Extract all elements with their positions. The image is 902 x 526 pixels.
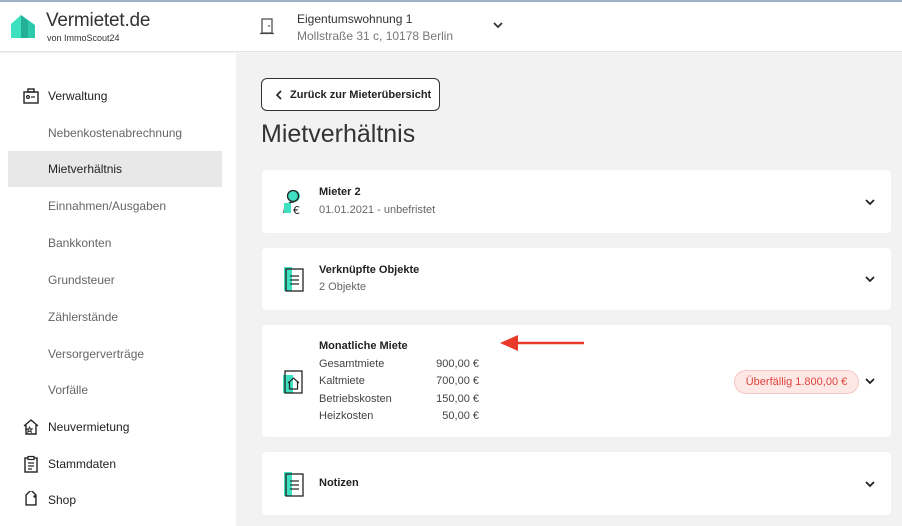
house-document-icon <box>283 370 303 394</box>
chevron-down-icon[interactable] <box>492 20 504 30</box>
top-header: Vermietet.de von ImmoScout24 Eigentumswo… <box>0 0 902 52</box>
rent-label: Heizkosten <box>319 410 374 423</box>
tenant-period: 01.01.2021 - unbefristet <box>319 204 436 216</box>
document-icon <box>284 267 304 292</box>
sidebar-item-versorgervertraege[interactable]: Versorgerverträge <box>8 336 222 372</box>
sidebar-item-label: Vorfälle <box>48 383 89 397</box>
sidebar-item-label: Einnahmen/Ausgaben <box>48 199 167 213</box>
sidebar: Verwaltung Nebenkostenabrechnung Mietver… <box>0 53 236 526</box>
rent-row-gesamtmiete: Gesamtmiete 900,00 € <box>319 355 479 373</box>
rent-value: 150,00 € <box>436 392 479 405</box>
sidebar-item-mietverhaeltnis[interactable]: Mietverhältnis <box>8 151 222 187</box>
linked-objects-count: 2 Objekte <box>319 281 367 293</box>
sidebar-item-label: Mietverhältnis <box>48 162 123 176</box>
rent-label: Gesamtmiete <box>319 357 385 370</box>
sidebar-section-label: Stammdaten <box>48 457 117 471</box>
door-icon <box>260 18 274 35</box>
red-arrow-annotation-icon <box>500 335 584 351</box>
tenant-card[interactable]: € Mieter 2 01.01.2021 - unbefristet <box>262 170 891 233</box>
chevron-left-icon <box>275 90 282 100</box>
property-title[interactable]: Eigentumswohnung 1 <box>297 12 412 26</box>
sidebar-item-einnahmen-ausgaben[interactable]: Einnahmen/Ausgaben <box>8 188 222 224</box>
sidebar-section-label: Neuvermietung <box>48 420 130 434</box>
sidebar-item-label: Grundsteuer <box>48 273 115 287</box>
brand-subtitle: von ImmoScout24 <box>47 33 120 43</box>
sidebar-section-label: Shop <box>48 493 77 507</box>
back-button-label: Zurück zur Mieterübersicht <box>290 88 432 101</box>
overdue-badge[interactable]: Überfällig 1.800,00 € <box>734 370 859 394</box>
tenant-name: Mieter 2 <box>319 186 361 198</box>
document-icon <box>284 472 304 497</box>
sidebar-section-shop[interactable]: Shop <box>0 485 236 515</box>
page-title: Mietverhältnis <box>261 120 416 148</box>
sidebar-item-nebenkostenabrechnung[interactable]: Nebenkostenabrechnung <box>8 115 222 151</box>
tag-icon <box>25 491 37 506</box>
sidebar-section-verwaltung[interactable]: Verwaltung <box>0 81 236 111</box>
back-to-tenant-overview-button[interactable]: Zurück zur Mieterübersicht <box>261 78 440 111</box>
sidebar-section-label: Verwaltung <box>48 89 108 103</box>
rent-row-kaltmiete: Kaltmiete 700,00 € <box>319 373 479 391</box>
rent-row-betriebskosten: Betriebskosten 150,00 € <box>319 390 479 408</box>
rent-row-heizkosten: Heizkosten 50,00 € <box>319 408 479 426</box>
sidebar-item-label: Versorgerverträge <box>48 347 145 361</box>
clipboard-icon <box>24 455 38 473</box>
house-star-icon <box>23 419 39 435</box>
monthly-rent-title: Monatliche Miete <box>319 340 408 352</box>
rent-value: 700,00 € <box>436 375 479 388</box>
sidebar-item-label: Nebenkostenabrechnung <box>48 126 183 140</box>
rent-label: Betriebskosten <box>319 392 392 405</box>
chevron-down-icon[interactable] <box>864 274 876 284</box>
notes-title: Notizen <box>319 477 359 489</box>
sidebar-item-label: Zählerstände <box>48 310 119 324</box>
sidebar-item-grundsteuer[interactable]: Grundsteuer <box>8 262 222 298</box>
chevron-down-icon[interactable] <box>864 479 876 489</box>
brand-name[interactable]: Vermietet.de <box>46 10 150 32</box>
sidebar-section-stammdaten[interactable]: Stammdaten <box>0 449 236 479</box>
rent-breakdown: Gesamtmiete 900,00 € Kaltmiete 700,00 € … <box>319 355 479 425</box>
vermietet-logo-icon[interactable] <box>8 12 38 42</box>
sidebar-item-zaehlerstaende[interactable]: Zählerstände <box>8 299 222 335</box>
sidebar-item-label: Bankkonten <box>48 236 112 250</box>
svg-text:€: € <box>293 204 300 215</box>
property-address: Mollstraße 31 c, 10178 Berlin <box>297 29 454 43</box>
rent-value: 50,00 € <box>442 410 479 423</box>
notes-card[interactable]: Notizen <box>262 452 891 515</box>
sidebar-section-neuvermietung[interactable]: Neuvermietung <box>0 412 236 442</box>
rent-label: Kaltmiete <box>319 375 365 388</box>
chevron-down-icon[interactable] <box>864 197 876 207</box>
linked-objects-title: Verknüpfte Objekte <box>319 264 420 276</box>
sidebar-item-bankkonten[interactable]: Bankkonten <box>8 225 222 261</box>
briefcase-icon <box>23 88 39 104</box>
tenant-euro-icon: € <box>283 189 300 215</box>
sidebar-item-vorfaelle[interactable]: Vorfälle <box>8 372 222 408</box>
rent-value: 900,00 € <box>436 357 479 370</box>
linked-objects-card[interactable]: Verknüpfte Objekte 2 Objekte <box>262 248 891 310</box>
chevron-down-icon[interactable] <box>864 376 876 386</box>
